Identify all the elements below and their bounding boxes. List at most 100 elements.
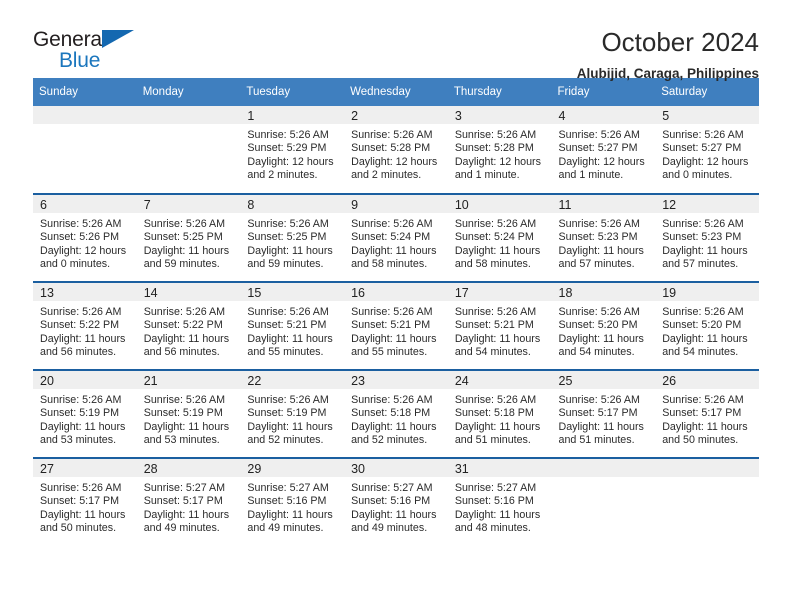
calendar-day-cell[interactable]: 13 Sunrise: 5:26 AM Sunset: 5:22 PM Dayligh… bbox=[33, 281, 137, 370]
calendar-day-cell[interactable]: 25 Sunrise: 5:26 AM Sunset: 5:17 PM Dayligh… bbox=[551, 369, 656, 458]
day-number bbox=[655, 459, 759, 477]
calendar-day-cell[interactable]: 16 Sunrise: 5:26 AM Sunset: 5:21 PM Dayligh… bbox=[344, 281, 448, 370]
sunrise-text: Sunrise: 5:26 AM bbox=[454, 218, 537, 230]
day-number: 19 bbox=[655, 283, 759, 301]
sunset-text: Sunset: 5:27 PM bbox=[662, 142, 742, 155]
daylight-text: Daylight: 11 hours and 59 minutes. bbox=[143, 244, 230, 270]
calendar-day-cell[interactable]: 3 Sunrise: 5:26 AM Sunset: 5:28 PM Daylight… bbox=[447, 106, 552, 194]
day-number: 7 bbox=[136, 195, 241, 213]
calendar-day-cell[interactable]: 4 Sunrise: 5:26 AM Sunset: 5:27 PM Daylight… bbox=[551, 106, 656, 194]
calendar-day-cell[interactable]: 26 Sunrise: 5:26 AM Sunset: 5:17 PM Dayligh… bbox=[655, 369, 759, 458]
sunset-text: Sunset: 5:22 PM bbox=[143, 319, 223, 332]
sunset-text: Sunset: 5:28 PM bbox=[351, 142, 431, 155]
daylight-text: Daylight: 11 hours and 55 minutes. bbox=[247, 332, 333, 358]
sunrise-text: Sunrise: 5:26 AM bbox=[662, 394, 744, 406]
sunset-text: Sunset: 5:24 PM bbox=[454, 231, 534, 244]
day-details: Sunrise: 5:26 AM Sunset: 5:25 PM Daylight:… bbox=[137, 213, 241, 271]
weekday-header-row: Sunday Monday Tuesday Wednesday Thursday Frid… bbox=[33, 78, 759, 106]
daylight-text: Daylight: 11 hours and 52 minutes. bbox=[351, 420, 437, 446]
general-blue-logo[interactable]: General Blue bbox=[33, 28, 153, 74]
day-details: Sunrise: 5:26 AM Sunset: 5:22 PM Daylight:… bbox=[137, 301, 241, 359]
calendar-day-cell[interactable]: 31 Sunrise: 5:27 AM Sunset: 5:16 PM Dayligh… bbox=[447, 457, 552, 546]
calendar-day-cell[interactable]: 7 Sunrise: 5:26 AM Sunset: 5:25 PM Daylight… bbox=[136, 193, 241, 282]
calendar-day-cell[interactable]: 5 Sunrise: 5:26 AM Sunset: 5:27 PM Daylight… bbox=[655, 106, 759, 194]
weekday-header-monday: Monday bbox=[136, 78, 241, 106]
day-number: 30 bbox=[344, 459, 448, 477]
sunset-text: Sunset: 5:28 PM bbox=[454, 142, 534, 155]
calendar-header-row: Sunday Monday Tuesday Wednesday Thursday Frid… bbox=[33, 78, 759, 106]
day-details: Sunrise: 5:27 AM Sunset: 5:16 PM Daylight:… bbox=[344, 477, 448, 535]
calendar-day-cell[interactable]: 29 Sunrise: 5:27 AM Sunset: 5:16 PM Dayligh… bbox=[240, 457, 345, 546]
daylight-text: Daylight: 11 hours and 56 minutes. bbox=[40, 332, 126, 358]
calendar-day-cell[interactable]: 12 Sunrise: 5:26 AM Sunset: 5:23 PM Dayligh… bbox=[655, 193, 759, 282]
calendar-day-cell[interactable]: 17 Sunrise: 5:26 AM Sunset: 5:21 PM Dayligh… bbox=[447, 281, 552, 370]
calendar-day-cell[interactable]: 6 Sunrise: 5:26 AM Sunset: 5:26 PM Daylight… bbox=[33, 193, 137, 282]
day-number: 3 bbox=[447, 106, 552, 124]
calendar-day-cell[interactable]: 11 Sunrise: 5:26 AM Sunset: 5:23 PM Dayligh… bbox=[551, 193, 656, 282]
calendar-day-cell[interactable]: 24 Sunrise: 5:26 AM Sunset: 5:18 PM Dayligh… bbox=[447, 369, 552, 458]
day-number bbox=[551, 459, 656, 477]
calendar-day-cell-empty bbox=[33, 106, 137, 194]
sunrise-text: Sunrise: 5:26 AM bbox=[351, 129, 433, 141]
day-number: 2 bbox=[344, 106, 448, 124]
calendar-day-cell[interactable]: 30 Sunrise: 5:27 AM Sunset: 5:16 PM Dayligh… bbox=[344, 457, 448, 546]
calendar-day-cell[interactable]: 10 Sunrise: 5:26 AM Sunset: 5:24 PM Dayligh… bbox=[447, 193, 552, 282]
calendar-day-cell[interactable]: 15 Sunrise: 5:26 AM Sunset: 5:21 PM Dayligh… bbox=[240, 281, 345, 370]
sunset-text: Sunset: 5:19 PM bbox=[40, 407, 120, 420]
sunrise-text: Sunrise: 5:26 AM bbox=[558, 394, 640, 406]
daylight-text: Daylight: 12 hours and 1 minute. bbox=[558, 155, 645, 181]
calendar-week-row: 27 Sunrise: 5:26 AM Sunset: 5:17 PM Dayligh… bbox=[33, 457, 759, 546]
sunrise-text: Sunrise: 5:26 AM bbox=[247, 129, 329, 141]
sunrise-text: Sunrise: 5:26 AM bbox=[558, 129, 640, 141]
calendar-day-cell[interactable]: 8 Sunrise: 5:26 AM Sunset: 5:25 PM Daylight… bbox=[240, 193, 345, 282]
sunset-text: Sunset: 5:16 PM bbox=[247, 495, 327, 508]
calendar-day-cell[interactable]: 19 Sunrise: 5:26 AM Sunset: 5:20 PM Dayligh… bbox=[655, 281, 759, 370]
sunset-text: Sunset: 5:18 PM bbox=[351, 407, 431, 420]
sunset-text: Sunset: 5:23 PM bbox=[558, 231, 638, 244]
sunset-text: Sunset: 5:16 PM bbox=[454, 495, 534, 508]
sunrise-text: Sunrise: 5:26 AM bbox=[143, 306, 226, 318]
sunrise-text: Sunrise: 5:26 AM bbox=[40, 218, 122, 230]
calendar-day-cell-empty bbox=[655, 457, 759, 546]
daylight-text: Daylight: 12 hours and 0 minutes. bbox=[40, 244, 127, 270]
sunrise-text: Sunrise: 5:27 AM bbox=[247, 482, 329, 494]
calendar-day-cell[interactable]: 2 Sunrise: 5:26 AM Sunset: 5:28 PM Daylight… bbox=[344, 106, 448, 194]
day-details: Sunrise: 5:26 AM Sunset: 5:17 PM Daylight:… bbox=[655, 389, 759, 447]
sunrise-text: Sunrise: 5:26 AM bbox=[143, 218, 226, 230]
calendar-day-cell[interactable]: 27 Sunrise: 5:26 AM Sunset: 5:17 PM Dayligh… bbox=[33, 457, 137, 546]
sunset-text: Sunset: 5:26 PM bbox=[40, 231, 120, 244]
daylight-text: Daylight: 11 hours and 56 minutes. bbox=[143, 332, 230, 358]
day-details: Sunrise: 5:26 AM Sunset: 5:26 PM Daylight:… bbox=[33, 213, 137, 271]
day-number: 8 bbox=[240, 195, 345, 213]
day-number: 12 bbox=[655, 195, 759, 213]
calendar-day-cell[interactable]: 18 Sunrise: 5:26 AM Sunset: 5:20 PM Dayligh… bbox=[551, 281, 656, 370]
sunrise-text: Sunrise: 5:26 AM bbox=[454, 306, 537, 318]
day-details: Sunrise: 5:26 AM Sunset: 5:24 PM Daylight:… bbox=[448, 213, 552, 271]
daylight-text: Daylight: 11 hours and 58 minutes. bbox=[351, 244, 437, 270]
calendar-day-cell[interactable]: 21 Sunrise: 5:26 AM Sunset: 5:19 PM Dayligh… bbox=[136, 369, 241, 458]
calendar-day-cell[interactable]: 14 Sunrise: 5:26 AM Sunset: 5:22 PM Dayligh… bbox=[136, 281, 241, 370]
day-number: 1 bbox=[240, 106, 345, 124]
sunrise-text: Sunrise: 5:26 AM bbox=[454, 129, 537, 141]
calendar-day-cell[interactable]: 9 Sunrise: 5:26 AM Sunset: 5:24 PM Daylight… bbox=[344, 193, 448, 282]
day-details: Sunrise: 5:26 AM Sunset: 5:21 PM Daylight:… bbox=[448, 301, 552, 359]
sunrise-text: Sunrise: 5:26 AM bbox=[351, 306, 433, 318]
sunset-text: Sunset: 5:24 PM bbox=[351, 231, 431, 244]
sunset-text: Sunset: 5:20 PM bbox=[662, 319, 742, 332]
day-number: 6 bbox=[33, 195, 137, 213]
sunrise-text: Sunrise: 5:26 AM bbox=[40, 482, 122, 494]
day-details: Sunrise: 5:26 AM Sunset: 5:29 PM Daylight:… bbox=[240, 124, 344, 182]
daylight-text: Daylight: 11 hours and 54 minutes. bbox=[662, 332, 748, 358]
calendar-day-cell[interactable]: 23 Sunrise: 5:26 AM Sunset: 5:18 PM Dayligh… bbox=[344, 369, 448, 458]
sunset-text: Sunset: 5:18 PM bbox=[454, 407, 534, 420]
calendar-page: General Blue October 2024 Alubijid, Cara… bbox=[0, 0, 792, 612]
sunset-text: Sunset: 5:23 PM bbox=[662, 231, 742, 244]
calendar-day-cell[interactable]: 1 Sunrise: 5:26 AM Sunset: 5:29 PM Daylight… bbox=[240, 106, 345, 194]
day-number: 11 bbox=[551, 195, 656, 213]
sunrise-text: Sunrise: 5:27 AM bbox=[454, 482, 537, 494]
calendar-day-cell[interactable]: 28 Sunrise: 5:27 AM Sunset: 5:17 PM Dayligh… bbox=[136, 457, 241, 546]
daylight-text: Daylight: 12 hours and 2 minutes. bbox=[351, 155, 438, 181]
sunset-text: Sunset: 5:21 PM bbox=[351, 319, 431, 332]
calendar-day-cell[interactable]: 22 Sunrise: 5:26 AM Sunset: 5:19 PM Dayligh… bbox=[240, 369, 345, 458]
calendar-day-cell[interactable]: 20 Sunrise: 5:26 AM Sunset: 5:19 PM Dayligh… bbox=[33, 369, 137, 458]
